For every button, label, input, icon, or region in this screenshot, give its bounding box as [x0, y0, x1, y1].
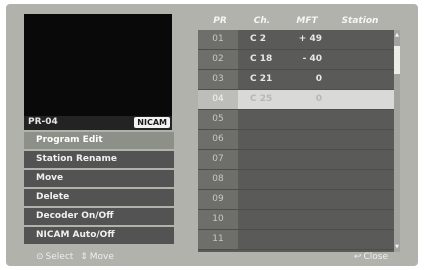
col-header-ch: Ch. — [253, 16, 271, 26]
program-number-label: PR-04 — [28, 117, 58, 127]
menu-item-move[interactable]: Move — [24, 170, 174, 187]
table-row[interactable]: 01 C 2 + 49 — [198, 30, 394, 50]
pr-cell: 04 — [198, 90, 238, 109]
mft-cell: + 49 — [298, 34, 322, 44]
ch-cell: C 21 — [250, 74, 273, 84]
tv-preview-window — [24, 14, 172, 116]
pr-cell: 11 — [198, 230, 238, 249]
table-row[interactable]: 05 — [198, 110, 394, 130]
table-row[interactable]: 09 — [198, 190, 394, 210]
pr-cell: 03 — [198, 70, 238, 89]
pr-cell: 05 — [198, 110, 238, 129]
ch-cell: C 25 — [250, 94, 273, 104]
table-row[interactable]: 03 C 21 0 — [198, 70, 394, 90]
program-status-bar: PR-04 NICAM — [24, 116, 172, 130]
table-row[interactable]: 11 — [198, 230, 394, 250]
menu-item-decoder[interactable]: Decoder On/Off — [24, 208, 174, 225]
menu-item-delete[interactable]: Delete — [24, 189, 174, 206]
col-header-mft: MFT — [296, 16, 318, 26]
close-hint: ↩ Close — [354, 252, 388, 262]
menu-item-station-rename[interactable]: Station Rename — [24, 151, 174, 168]
pr-cell: 06 — [198, 130, 238, 149]
ch-cell: C 18 — [250, 54, 273, 64]
return-icon: ↩ — [353, 252, 362, 262]
select-move-hint: ⊙ Select ⇕ Move — [36, 252, 114, 262]
nicam-badge: NICAM — [134, 117, 170, 128]
ch-cell: C 2 — [250, 34, 267, 44]
table-row[interactable]: 06 — [198, 130, 394, 150]
col-header-station: Station — [341, 16, 379, 26]
program-table: 01 C 2 + 49 02 C 18 - 40 03 C 21 0 04 C … — [198, 30, 394, 252]
pr-cell: 09 — [198, 190, 238, 209]
enter-circle-icon: ⊙ — [36, 252, 44, 262]
pr-cell: 10 — [198, 210, 238, 229]
pr-cell: 02 — [198, 50, 238, 69]
table-scrollbar[interactable]: ▲ ▼ — [394, 30, 400, 252]
up-down-arrows-icon: ⇕ — [80, 252, 88, 262]
move-label: Move — [89, 252, 114, 262]
mft-cell: 0 — [315, 94, 322, 104]
table-row-selected[interactable]: 04 C 25 0 — [198, 90, 394, 110]
close-label: Close — [363, 252, 388, 262]
table-row[interactable]: 07 — [198, 150, 394, 170]
table-header: PR Ch. MFT Station — [198, 13, 398, 29]
pr-cell: 08 — [198, 170, 238, 189]
scroll-up-arrow-icon[interactable]: ▲ — [394, 32, 400, 38]
mft-cell: 0 — [315, 74, 322, 84]
menu-item-program-edit[interactable]: Program Edit — [24, 132, 174, 149]
pr-cell: 07 — [198, 150, 238, 169]
menu-item-nicam[interactable]: NICAM Auto/Off — [24, 227, 174, 244]
table-row[interactable]: 02 C 18 - 40 — [198, 50, 394, 70]
mft-cell: - 40 — [302, 54, 322, 64]
scroll-thumb[interactable] — [394, 46, 400, 74]
col-header-pr: PR — [213, 16, 227, 26]
table-row[interactable]: 10 — [198, 210, 394, 230]
table-row[interactable]: 08 — [198, 170, 394, 190]
pr-cell: 01 — [198, 30, 238, 49]
program-menu: Program Edit Station Rename Move Delete … — [24, 132, 174, 246]
footer-hints: ⊙ Select ⇕ Move ↩ Close — [6, 250, 418, 266]
select-label: Select — [45, 252, 74, 262]
